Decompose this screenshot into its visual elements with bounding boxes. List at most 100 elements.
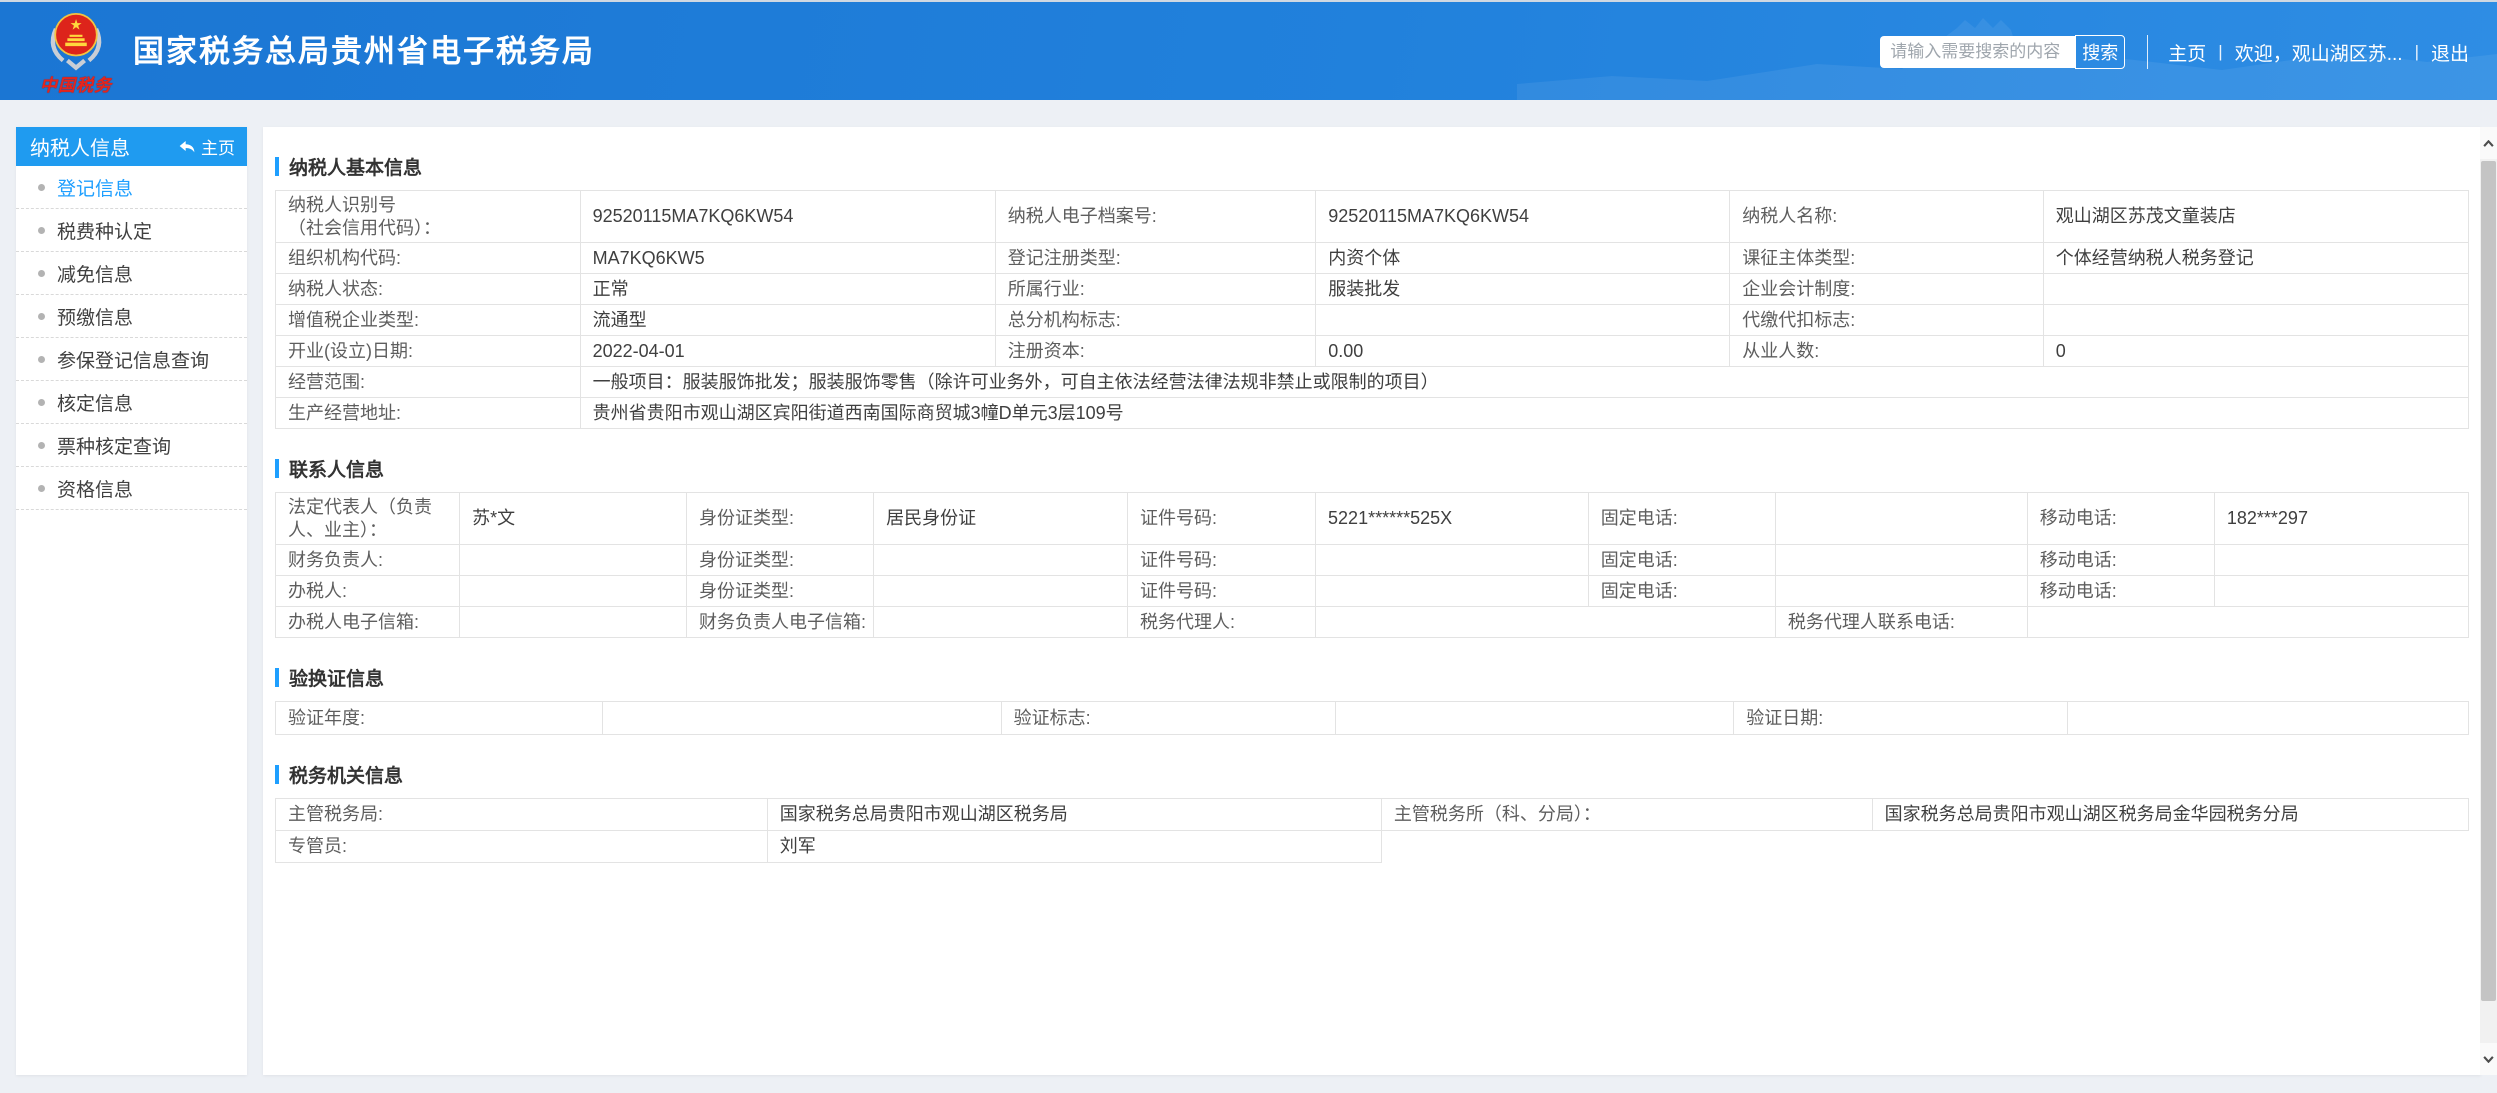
field-label: 验证标志: (1002, 702, 1337, 735)
link-separator: | (2415, 42, 2419, 62)
sidebar-home-link[interactable]: 主页 (179, 134, 235, 159)
sidebar-item-label: 预缴信息 (57, 303, 133, 330)
main-panel: 纳税人基本信息 纳税人识别号 （社会信用代码）：92520115MA7KQ6KW… (263, 127, 2481, 1075)
sidebar-item-label: 核定信息 (57, 389, 133, 416)
field-value: 服装批发 (1316, 274, 1730, 305)
logo-caption: 中国税务 (28, 71, 124, 96)
svg-text:★: ★ (70, 18, 83, 34)
back-arrow-icon (179, 140, 195, 154)
field-value (460, 545, 687, 576)
search-button[interactable]: 搜索 (2075, 35, 2125, 69)
welcome-user-link[interactable]: 欢迎，观山湖区苏... (2235, 39, 2403, 66)
sidebar-menu: 登记信息税费种认定减免信息预缴信息参保登记信息查询核定信息票种核定查询资格信息 (16, 166, 247, 510)
sidebar-item-1[interactable]: 税费种认定 (16, 209, 247, 252)
field-label: 主管税务所（科、分局）： (1382, 799, 1873, 831)
field-label: 企业会计制度: (1730, 274, 2044, 305)
field-value (1336, 702, 1734, 735)
field-label: 生产经营地址: (275, 398, 581, 429)
bullet-icon (38, 313, 45, 320)
field-value (1316, 607, 1776, 638)
title-accent-bar (275, 668, 279, 687)
field-label: 证件号码: (1128, 576, 1316, 607)
field-value: 正常 (581, 274, 996, 305)
field-label: 固定电话: (1589, 545, 1776, 576)
bullet-icon (38, 442, 45, 449)
section-title: 税务机关信息 (275, 761, 2469, 788)
field-label: 法定代表人（负责人、业主）： (275, 493, 460, 545)
field-value: MA7KQ6KW5 (581, 243, 996, 274)
field-value: 0 (2044, 336, 2469, 367)
field-value (1316, 576, 1589, 607)
field-label: 开业(设立)日期: (275, 336, 581, 367)
sidebar-item-3[interactable]: 预缴信息 (16, 295, 247, 338)
field-value: 观山湖区苏茂文童装店 (2044, 191, 2469, 243)
field-value (2044, 274, 2469, 305)
sidebar-item-6[interactable]: 票种核定查询 (16, 424, 247, 467)
field-label: 移动电话: (2028, 493, 2215, 545)
scroll-down-button[interactable] (2480, 1043, 2497, 1075)
table-row: 主管税务局:国家税务总局贵阳市观山湖区税务局主管税务所（科、分局）：国家税务总局… (275, 799, 2469, 831)
table-row: 纳税人状态:正常所属行业:服装批发企业会计制度: (275, 274, 2469, 305)
field-label: 验证日期: (1734, 702, 2067, 735)
scroll-up-button[interactable] (2480, 127, 2497, 159)
field-label: 代缴代扣标志: (1730, 305, 2044, 336)
table-row: 专管员:刘军 (275, 831, 2469, 863)
table-row: 生产经营地址:贵州省贵阳市观山湖区宾阳街道西南国际商贸城3幢D单元3层109号 (275, 398, 2469, 429)
field-label: 纳税人状态: (275, 274, 581, 305)
field-value: 0.00 (1316, 336, 1730, 367)
field-value (1316, 305, 1730, 336)
field-label: 税务代理人: (1128, 607, 1316, 638)
field-value: 国家税务总局贵阳市观山湖区税务局 (768, 799, 1382, 831)
field-value (603, 702, 1002, 735)
field-value (874, 576, 1128, 607)
field-label: 经营范围: (275, 367, 581, 398)
field-value: 刘军 (768, 831, 1382, 863)
sidebar-item-7[interactable]: 资格信息 (16, 467, 247, 510)
bullet-icon (38, 485, 45, 492)
field-label: 移动电话: (2028, 545, 2215, 576)
field-label: 专管员: (275, 831, 768, 863)
title-accent-bar (275, 765, 279, 784)
table-row: 办税人:身份证类型:证件号码:固定电话:移动电话: (275, 576, 2469, 607)
field-value (2068, 702, 2469, 735)
sidebar-item-label: 减免信息 (57, 260, 133, 287)
title-accent-bar (275, 157, 279, 176)
table-row: 组织机构代码:MA7KQ6KW5登记注册类型:内资个体课征主体类型:个体经营纳税… (275, 243, 2469, 274)
bullet-icon (38, 356, 45, 363)
section-title: 联系人信息 (275, 455, 2469, 482)
sidebar-item-4[interactable]: 参保登记信息查询 (16, 338, 247, 381)
search-input[interactable] (1880, 36, 2076, 68)
field-label: 课征主体类型: (1730, 243, 2044, 274)
field-label: 办税人: (275, 576, 460, 607)
site-title: 国家税务总局贵州省电子税务局 (133, 2, 595, 102)
field-label: 所属行业: (996, 274, 1317, 305)
section-title: 验换证信息 (275, 664, 2469, 691)
sidebar-item-5[interactable]: 核定信息 (16, 381, 247, 424)
content-area: 纳税人信息 主页 登记信息税费种认定减免信息预缴信息参保登记信息查询核定信息票种… (0, 100, 2497, 1093)
field-value (1776, 545, 2028, 576)
field-label: 办税人电子信箱: (275, 607, 460, 638)
table-row: 增值税企业类型:流通型总分机构标志:代缴代扣标志: (275, 305, 2469, 336)
home-link[interactable]: 主页 (2168, 39, 2206, 66)
link-separator: | (2218, 42, 2222, 62)
field-value (2028, 607, 2469, 638)
table-row: 开业(设立)日期:2022-04-01注册资本:0.00从业人数:0 (275, 336, 2469, 367)
sidebar-item-0[interactable]: 登记信息 (16, 166, 247, 209)
header-divider (2147, 35, 2148, 69)
sidebar: 纳税人信息 主页 登记信息税费种认定减免信息预缴信息参保登记信息查询核定信息票种… (16, 127, 247, 1075)
field-value: 内资个体 (1316, 243, 1730, 274)
field-value (1776, 576, 2028, 607)
sidebar-item-label: 登记信息 (57, 174, 133, 201)
sidebar-item-2[interactable]: 减免信息 (16, 252, 247, 295)
field-label: 纳税人名称: (1730, 191, 2044, 243)
tax-emblem-icon: ★ (43, 6, 109, 72)
logout-link[interactable]: 退出 (2431, 39, 2469, 66)
field-label: 税务代理人联系电话: (1776, 607, 2028, 638)
field-value (2215, 576, 2469, 607)
section-tax-authority-info: 税务机关信息 主管税务局:国家税务总局贵阳市观山湖区税务局主管税务所（科、分局）… (275, 761, 2469, 863)
vertical-scrollbar[interactable] (2480, 127, 2497, 1075)
field-label: 登记注册类型: (996, 243, 1317, 274)
sidebar-item-label: 票种核定查询 (57, 432, 171, 459)
basic-info-table: 纳税人识别号 （社会信用代码）：92520115MA7KQ6KW54纳税人电子档… (275, 190, 2469, 429)
scrollbar-thumb[interactable] (2481, 161, 2496, 1001)
